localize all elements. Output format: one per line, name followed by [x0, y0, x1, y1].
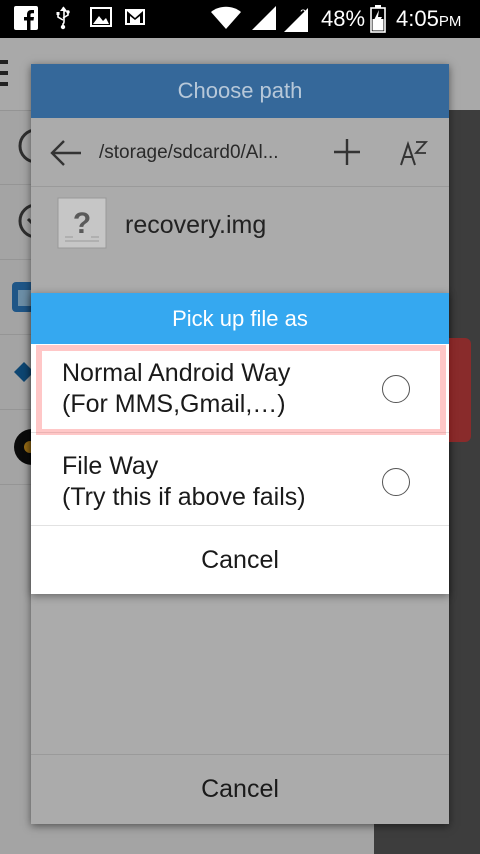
- gallery-icon: [90, 7, 112, 27]
- path-toolbar: /storage/sdcard0/Al...: [31, 118, 449, 187]
- clock-time: 4:05: [396, 6, 439, 31]
- file-name: recovery.img: [125, 211, 267, 239]
- status-bar: 2 48% 4:05PM: [0, 0, 480, 38]
- choose-path-cancel-button[interactable]: Cancel: [31, 755, 449, 824]
- option-line: File Way: [62, 452, 159, 480]
- option-line: (Try this if above fails): [62, 483, 306, 511]
- radio-button[interactable]: [382, 375, 410, 403]
- plus-icon[interactable]: [331, 136, 363, 168]
- wifi-icon: [211, 6, 241, 29]
- sort-az-icon[interactable]: [399, 138, 429, 168]
- option-label: File Way (Try this if above fails): [62, 451, 306, 513]
- clock-ampm: PM: [438, 13, 462, 30]
- option-line: (For MMS,Gmail,…): [62, 390, 286, 418]
- current-path: /storage/sdcard0/Al...: [99, 142, 279, 163]
- facebook-icon: [14, 6, 38, 30]
- option-label: Normal Android Way (For MMS,Gmail,…): [62, 358, 290, 420]
- pick-file-title: Pick up file as: [31, 293, 449, 344]
- gmail-icon: [125, 9, 145, 25]
- file-list-item[interactable]: ? recovery.img: [31, 187, 449, 263]
- usb-icon: [56, 6, 70, 30]
- signal-icon: [252, 6, 276, 30]
- back-arrow-icon[interactable]: [49, 138, 83, 168]
- unknown-file-icon: ?: [57, 197, 107, 249]
- pick-file-cancel-button[interactable]: Cancel: [31, 526, 449, 594]
- option-file-way[interactable]: File Way (Try this if above fails): [31, 437, 449, 526]
- radio-button[interactable]: [382, 468, 410, 496]
- choose-path-title: Choose path: [31, 64, 449, 118]
- battery-icon: [370, 5, 386, 33]
- signal-badge: 2: [300, 8, 307, 20]
- option-normal-android-way[interactable]: Normal Android Way (For MMS,Gmail,…): [31, 344, 449, 433]
- clock: 4:05PM: [396, 7, 461, 34]
- svg-text:?: ?: [73, 207, 91, 240]
- battery-percent: 48%: [321, 6, 366, 31]
- highlight-marker: [449, 338, 471, 442]
- option-line: Normal Android Way: [62, 359, 291, 387]
- pick-file-dialog: Pick up file as Normal Android Way (For …: [31, 293, 449, 594]
